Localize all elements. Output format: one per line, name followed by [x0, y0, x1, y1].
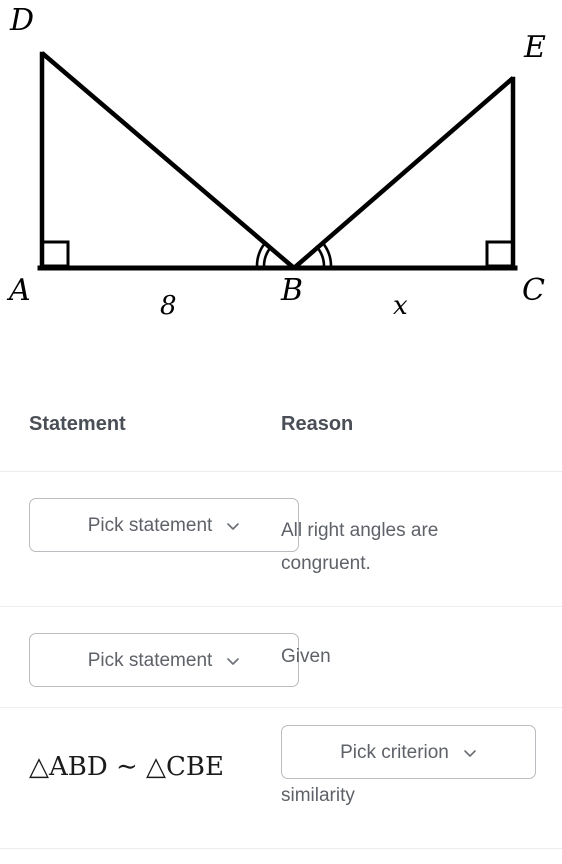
pick-statement-label-2: Pick statement — [87, 649, 213, 671]
table-row: Pick statement Given — [0, 606, 562, 707]
side-label-BC: x — [393, 291, 408, 321]
column-header-reason: Reason — [281, 413, 354, 435]
segment-DB — [40, 51, 296, 270]
right-angle-mark-C — [485, 240, 511, 268]
pick-statement-dropdown-1[interactable]: Pick statement — [29, 498, 299, 552]
vertex-label-E: E — [523, 30, 546, 65]
table-row: Pick statement All right angles are cong… — [0, 471, 562, 606]
chevron-down-icon — [226, 518, 240, 532]
pick-statement-label-1: Pick statement — [87, 514, 213, 536]
geometry-figure: D E A B C 8 x — [0, 0, 562, 340]
table-row: △ABD ∼ △CBE Pick criterion similarity — [0, 707, 562, 848]
table-header-row: Statement Reason — [0, 340, 562, 471]
angle-arc-B-left-inner — [262, 246, 273, 267]
reason-cell: All right angles are congruent. — [276, 472, 562, 606]
statement-cell: Pick statement — [0, 607, 299, 707]
reason-cell: Pick criterion similarity — [276, 708, 562, 848]
proof-table: Statement Reason Pick statement All righ… — [0, 340, 562, 849]
right-angle-mark-A — [44, 240, 70, 268]
chevron-down-icon — [463, 745, 477, 759]
statement-cell: Pick statement — [0, 472, 299, 606]
pick-statement-dropdown-2[interactable]: Pick statement — [29, 633, 299, 687]
vertex-label-C: C — [522, 273, 545, 308]
segment-BE — [292, 76, 515, 270]
vertex-label-D: D — [9, 3, 34, 38]
side-label-AB: 8 — [160, 291, 177, 321]
chevron-down-icon — [226, 653, 240, 667]
geometry-diagram: D E A B C 8 x — [6, 3, 546, 321]
pick-criterion-label: Pick criterion — [340, 741, 449, 763]
pick-criterion-dropdown[interactable]: Pick criterion — [281, 725, 536, 779]
column-header-statement: Statement — [29, 413, 126, 435]
vertex-label-A: A — [6, 273, 31, 308]
angle-arc-B-right-inner — [314, 245, 326, 267]
reason-text-2: Given — [281, 646, 331, 667]
reason-text-1: All right angles are congruent. — [281, 520, 439, 574]
reason-subtext-similarity: similarity — [281, 785, 355, 806]
table-bottom-divider — [0, 848, 562, 849]
vertex-label-B: B — [280, 273, 303, 308]
reason-cell: Given — [276, 607, 562, 707]
statement-similarity-expression: △ABD ∼ △CBE — [29, 752, 225, 782]
statement-cell: △ABD ∼ △CBE — [0, 708, 276, 848]
